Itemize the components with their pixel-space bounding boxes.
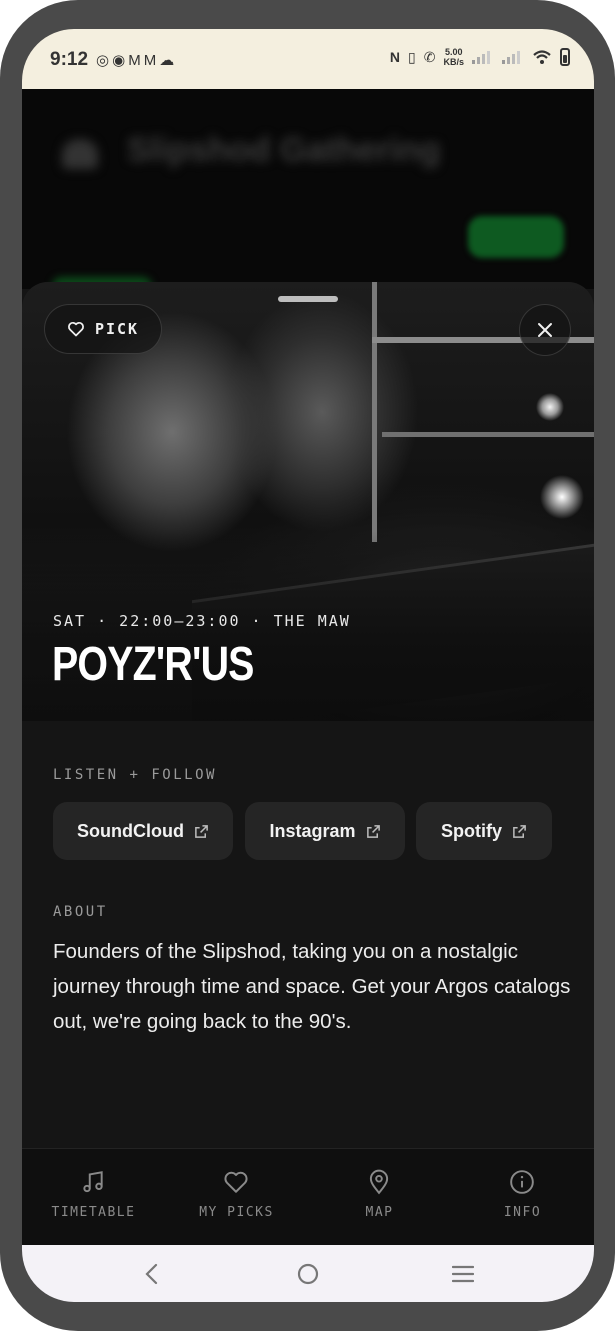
links-heading: LISTEN + FOLLOW: [53, 767, 217, 783]
recents-icon[interactable]: [452, 1265, 474, 1283]
phone-frame: 9:12 ◎◉MM☁ N ▯ ✆ 5.00 KB/s Slipshod Gath…: [0, 0, 615, 1331]
background-button: [468, 216, 564, 258]
battery-icon: [560, 48, 570, 66]
link-label: SoundCloud: [77, 820, 184, 841]
status-right: N ▯ ✆ 5.00 KB/s: [390, 47, 570, 67]
artist-sheet: PICK SAT · 22:00–23:00 · THE MAW POYZ'R'…: [22, 282, 594, 1148]
artist-name: POYZ'R'US: [52, 638, 254, 691]
info-icon: [510, 1170, 534, 1194]
pick-label: PICK: [94, 320, 140, 338]
nav-label: INFO: [503, 1205, 542, 1220]
background-logo-icon: [62, 139, 98, 169]
close-button[interactable]: [519, 304, 571, 356]
background-title: Slipshod Gathering: [127, 131, 441, 169]
home-icon[interactable]: [297, 1263, 319, 1285]
link-label: Instagram: [269, 820, 356, 841]
external-link-icon: [366, 824, 380, 838]
speed-value: 5.00: [444, 47, 463, 57]
signal-icon: [472, 51, 490, 64]
gmail-icon: M: [143, 52, 160, 69]
stage-truss: [372, 282, 377, 542]
notification-icons: ◎◉MM☁: [96, 51, 177, 69]
music-note-icon: [83, 1171, 103, 1193]
vibrate-icon: ▯: [408, 48, 416, 65]
status-bar: 9:12 ◎◉MM☁ N ▯ ✆ 5.00 KB/s: [22, 29, 594, 89]
heart-icon: [224, 1171, 248, 1193]
drag-handle[interactable]: [278, 296, 338, 302]
nav-map[interactable]: MAP: [308, 1149, 451, 1246]
screen: 9:12 ◎◉MM☁ N ▯ ✆ 5.00 KB/s Slipshod Gath…: [22, 29, 594, 1302]
background-app: Slipshod Gathering: [22, 89, 594, 297]
speed-unit: KB/s: [443, 57, 464, 67]
nav-my-picks[interactable]: MY PICKS: [165, 1149, 308, 1246]
about-heading: ABOUT: [53, 904, 108, 920]
artist-photo: PICK SAT · 22:00–23:00 · THE MAW POYZ'R'…: [22, 282, 594, 721]
spotify-link[interactable]: Spotify: [416, 802, 552, 860]
bottom-nav: TIMETABLE MY PICKS MAP INFO: [22, 1148, 594, 1246]
nfc-icon: N: [389, 49, 401, 65]
about-text: Founders of the Slipshod, taking you on …: [53, 940, 571, 1033]
nav-label: MY PICKS: [199, 1205, 274, 1220]
external-link-icon: [195, 824, 208, 838]
wifi-call-icon: ✆: [423, 48, 436, 65]
system-navigation: [22, 1245, 594, 1302]
close-icon: [538, 323, 552, 337]
external-link-icon: [513, 824, 526, 838]
nav-timetable[interactable]: TIMETABLE: [22, 1149, 165, 1246]
network-speed: 5.00 KB/s: [443, 47, 464, 67]
nav-info[interactable]: INFO: [451, 1149, 594, 1246]
messenger-icon: ◉: [112, 52, 129, 69]
pick-button[interactable]: PICK: [44, 304, 162, 354]
status-time: 9:12: [50, 49, 89, 70]
gmail-icon: M: [128, 52, 144, 69]
instagram-link[interactable]: Instagram: [245, 802, 405, 860]
nav-label: TIMETABLE: [51, 1205, 136, 1220]
back-icon[interactable]: [144, 1263, 160, 1285]
wifi-icon: [533, 50, 551, 64]
stage-truss: [382, 432, 594, 437]
soundcloud-icon: ☁: [159, 52, 178, 69]
map-pin-icon: [369, 1169, 389, 1195]
heart-icon: [67, 321, 84, 337]
whatsapp-icon: ◎: [96, 52, 113, 69]
soundcloud-link[interactable]: SoundCloud: [53, 802, 233, 860]
signal-icon: [502, 51, 520, 64]
nav-label: MAP: [365, 1205, 394, 1220]
link-label: Spotify: [441, 820, 502, 841]
set-time-venue: SAT · 22:00–23:00 · THE MAW: [53, 612, 351, 630]
